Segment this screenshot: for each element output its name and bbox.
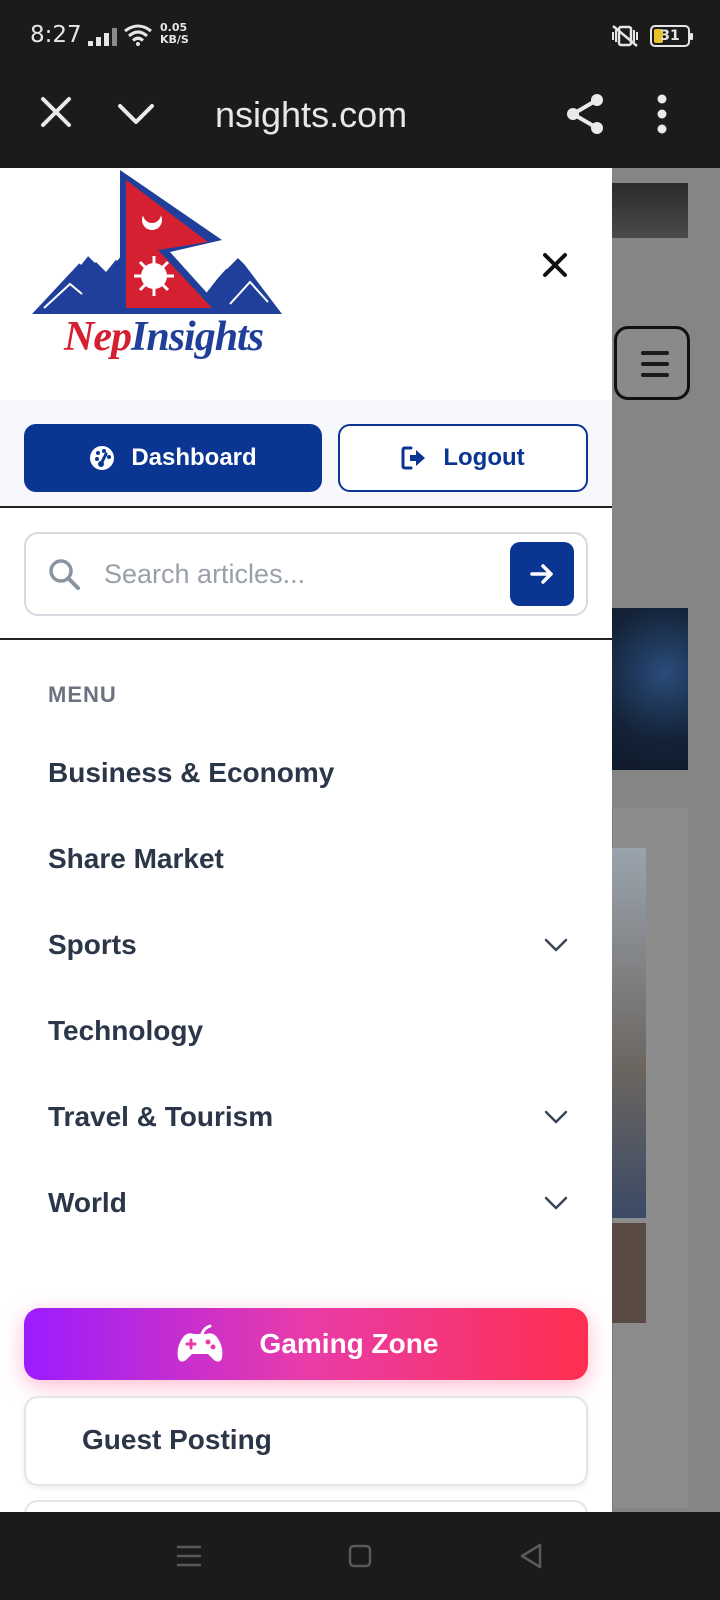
vibrate-mute-icon xyxy=(612,25,638,47)
chevron-down-icon[interactable] xyxy=(543,1109,569,1125)
menu-heading: MENU xyxy=(48,682,117,707)
chevron-down-icon[interactable] xyxy=(116,96,156,132)
search-box xyxy=(24,532,588,616)
share-icon[interactable] xyxy=(564,92,606,136)
guest-posting-button[interactable]: Guest Posting xyxy=(24,1396,588,1486)
dashboard-gauge-icon xyxy=(90,446,115,470)
background-image xyxy=(612,183,688,238)
gamepad-icon xyxy=(177,1324,222,1362)
menu-item-label: Technology xyxy=(48,1015,204,1046)
close-icon[interactable] xyxy=(38,94,74,130)
background-photo xyxy=(612,848,646,1218)
sign-out-icon xyxy=(401,446,426,470)
browser-toolbar: insights.com xyxy=(0,70,720,168)
search-section xyxy=(0,508,612,640)
search-input[interactable] xyxy=(104,548,484,600)
background-banner xyxy=(612,608,688,770)
menu-item-label: World xyxy=(48,1187,127,1218)
menu-item-label: Share Market xyxy=(48,843,224,874)
site-logo-text: NepInsights xyxy=(64,313,264,361)
guest-posting-label: Guest Posting xyxy=(82,1424,272,1455)
logo-word-insights: Insights xyxy=(130,314,264,360)
hamburger-menu-icon xyxy=(614,326,690,400)
chevron-down-icon[interactable] xyxy=(543,937,569,953)
network-speed-unit: KB/S xyxy=(160,33,189,46)
battery-nub xyxy=(690,33,693,40)
arrow-right-icon xyxy=(530,564,553,584)
dashboard-button-label: Dashboard xyxy=(131,444,257,471)
recent-apps-icon[interactable] xyxy=(176,1544,202,1568)
network-speed: 0.05 KB/S xyxy=(160,22,189,46)
status-bar: 8:27 0.05 KB/S 31 xyxy=(0,0,720,70)
logo-word-nep: Nep xyxy=(64,314,132,360)
search-icon xyxy=(49,559,80,590)
gaming-zone-button[interactable]: Gaming Zone xyxy=(24,1308,588,1380)
dashboard-button[interactable]: Dashboard xyxy=(24,424,322,492)
next-menu-card[interactable] xyxy=(24,1500,588,1512)
wifi-icon xyxy=(124,24,152,46)
home-icon[interactable] xyxy=(348,1544,372,1568)
url-text: insights.com xyxy=(215,94,408,135)
gaming-zone-label: Gaming Zone xyxy=(259,1328,439,1359)
logout-button[interactable]: Logout xyxy=(338,424,588,492)
background-photo-bottom xyxy=(612,1223,646,1323)
more-vert-icon[interactable] xyxy=(654,94,670,134)
menu-item-world[interactable]: World xyxy=(0,1160,612,1246)
menu-item-technology[interactable]: Technology xyxy=(0,988,612,1074)
menu-item-share-market[interactable]: Share Market xyxy=(0,816,612,902)
url-bar[interactable]: insights.com xyxy=(215,90,515,140)
status-time: 8:27 xyxy=(30,22,82,48)
menu-item-travel-tourism[interactable]: Travel & Tourism xyxy=(0,1074,612,1160)
battery-percent: 31 xyxy=(660,28,680,44)
menu-item-label: Business & Economy xyxy=(48,757,335,788)
drawer-header: NepInsights xyxy=(0,168,612,400)
menu-item-sports[interactable]: Sports xyxy=(0,902,612,988)
menu-item-label: Travel & Tourism xyxy=(48,1101,274,1132)
logout-button-label: Logout xyxy=(443,444,525,471)
system-navigation-bar xyxy=(0,1512,720,1600)
chevron-down-icon[interactable] xyxy=(543,1195,569,1211)
account-actions: Dashboard Logout xyxy=(0,400,612,508)
signal-icon xyxy=(88,28,117,46)
navigation-drawer: NepInsights Dashboard Logout Search arti… xyxy=(0,168,612,1512)
close-icon[interactable] xyxy=(540,250,570,280)
battery-icon: 31 xyxy=(650,25,693,47)
back-icon[interactable] xyxy=(518,1542,544,1570)
menu-item-label: Sports xyxy=(48,929,137,960)
menu-item-business-economy[interactable]: Business & Economy xyxy=(0,730,612,816)
search-submit-button[interactable] xyxy=(510,542,574,606)
